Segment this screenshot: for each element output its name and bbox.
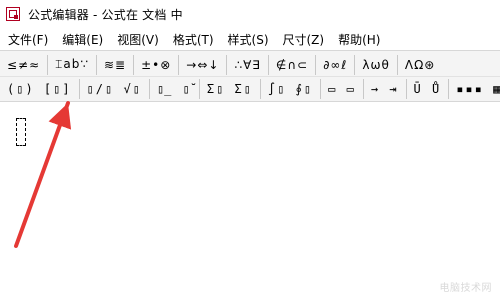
greek-uppercase-palette-label: ΛΩ⊛ — [404, 57, 436, 72]
relations-palette-label: ≤≠≈ — [7, 57, 41, 72]
underbar-overbar-template-label: ▭ ▭ — [328, 82, 356, 96]
arrows-palette-label: →⇔↓ — [186, 57, 220, 72]
menu-view[interactable]: 视图(V) — [117, 31, 159, 48]
window-title: 公式编辑器 - 公式在 文档 中 — [28, 7, 183, 22]
menu-style[interactable]: 样式(S) — [228, 31, 269, 48]
toolbar-area: ≤≠≈ ⌶ab∵ ≋≣ ±•⊗ →⇔↓ ∴∀∃ ∉∩⊂ ∂∞ℓ λωθ ΛΩ⊛ … — [0, 50, 500, 102]
menu-file[interactable]: 文件(F) — [8, 31, 48, 48]
matrix-template-button[interactable]: ▪▪▪ ▦ — [449, 79, 500, 99]
operators-palette-button[interactable]: ±•⊗ — [134, 54, 180, 75]
logic-palette-button[interactable]: ∴∀∃ — [227, 54, 269, 75]
equation-input-slot[interactable] — [16, 118, 26, 146]
equation-editor-app-icon — [6, 7, 20, 21]
equation-editing-area[interactable] — [0, 102, 500, 300]
fractions-radicals-template-label: ▯/▯ √▯ — [86, 82, 142, 96]
summation-template-label: Σ▯ Σ▯ — [206, 82, 253, 96]
matrix-template-label: ▪▪▪ ▦ — [456, 82, 500, 96]
embellishments-palette-label: ≋≣ — [103, 57, 127, 72]
menu-edit[interactable]: 编辑(E) — [62, 31, 103, 48]
menu-size[interactable]: 尺寸(Z) — [283, 31, 325, 48]
fractions-radicals-template-button[interactable]: ▯/▯ √▯ — [80, 79, 150, 99]
misc-symbols-palette-label: ∂∞ℓ — [323, 57, 348, 72]
set-theory-palette-label: ∉∩⊂ — [275, 57, 309, 72]
spaces-ellipses-palette-button[interactable]: ⌶ab∵ — [48, 54, 97, 75]
relations-palette-button[interactable]: ≤≠≈ — [0, 54, 49, 75]
watermark: 电脑技术网 — [439, 283, 492, 294]
subscript-superscript-template-label: ▯̲ ▯̆ — [156, 82, 192, 96]
labeled-arrows-template-button[interactable]: → ⇥ — [364, 79, 407, 99]
labeled-arrows-template-label: → ⇥ — [370, 82, 399, 96]
fences-template-button[interactable]: (▯) [▯] — [0, 79, 80, 99]
fences-template-label: (▯) [▯] — [7, 82, 72, 96]
toolbar-row-templates: (▯) [▯] ▯/▯ √▯ ▯̲ ▯̆ Σ▯ Σ▯ ∫▯ ∮▯ ▭ ▭ → ⇥… — [0, 77, 500, 101]
arrows-palette-button[interactable]: →⇔↓ — [179, 54, 228, 75]
operators-palette-label: ±•⊗ — [141, 57, 172, 72]
greek-uppercase-palette-button[interactable]: ΛΩ⊛ — [398, 55, 442, 75]
menu-format[interactable]: 格式(T) — [173, 31, 214, 48]
summation-template-button[interactable]: Σ▯ Σ▯ — [200, 79, 261, 99]
integral-template-label: ∫▯ ∮▯ — [267, 82, 314, 96]
subscript-superscript-template-button[interactable]: ▯̲ ▯̆ — [150, 79, 200, 99]
embellishments-palette-button[interactable]: ≋≣ — [97, 54, 135, 75]
set-theory-palette-button[interactable]: ∉∩⊂ — [269, 54, 317, 75]
toolbar-row-symbols: ≤≠≈ ⌶ab∵ ≋≣ ±•⊗ →⇔↓ ∴∀∃ ∉∩⊂ ∂∞ℓ λωθ ΛΩ⊛ — [0, 53, 500, 77]
greek-lowercase-palette-label: λωθ — [362, 57, 390, 72]
integral-template-button[interactable]: ∫▯ ∮▯ — [261, 79, 322, 99]
spaces-ellipses-palette-label: ⌶ab∵ — [55, 57, 89, 71]
greek-lowercase-palette-button[interactable]: λωθ — [355, 54, 398, 75]
title-bar: 公式编辑器 - 公式在 文档 中 — [0, 0, 500, 28]
underbar-overbar-template-button[interactable]: ▭ ▭ — [321, 79, 364, 99]
menu-bar: 文件(F) 编辑(E) 视图(V) 格式(T) 样式(S) 尺寸(Z) 帮助(H… — [0, 28, 500, 50]
misc-symbols-palette-button[interactable]: ∂∞ℓ — [316, 54, 356, 75]
products-set-theory-template-button[interactable]: Ū Ů — [407, 79, 450, 99]
menu-help[interactable]: 帮助(H) — [338, 31, 380, 48]
logic-palette-label: ∴∀∃ — [234, 57, 261, 72]
products-set-theory-template-label: Ū Ů — [413, 82, 442, 96]
